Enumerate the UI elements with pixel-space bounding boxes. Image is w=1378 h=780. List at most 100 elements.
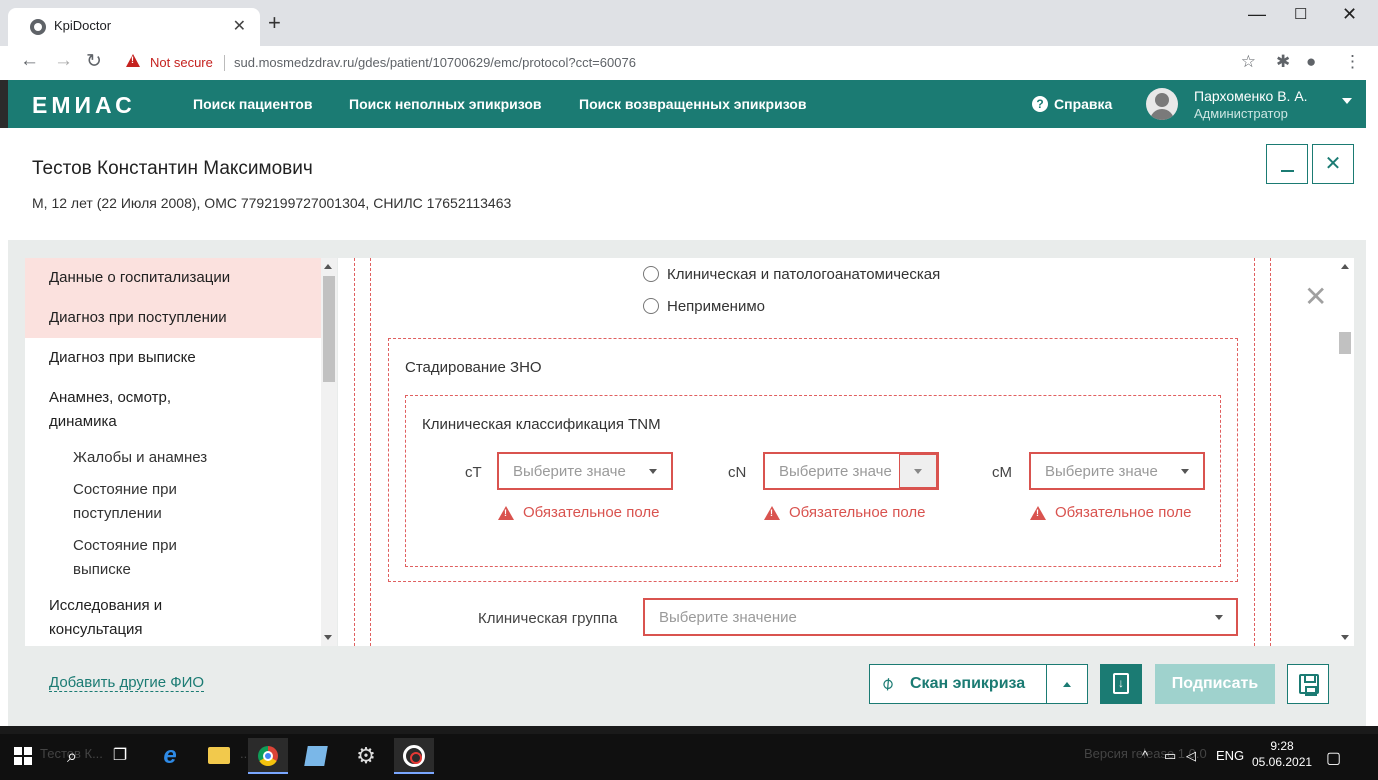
folder-icon[interactable] xyxy=(198,738,238,774)
scroll-up-icon[interactable] xyxy=(324,264,332,269)
scrollbar-thumb[interactable] xyxy=(323,276,335,382)
sidebar-item-discharge-diagnosis[interactable]: Диагноз при выписке xyxy=(25,346,321,370)
nav-patient-search[interactable]: Поиск пациентов xyxy=(193,96,312,112)
section-title: Клиническая классификация TNM xyxy=(422,416,661,433)
select-placeholder: Выберите значе xyxy=(513,463,626,480)
emias-app-icon[interactable] xyxy=(394,738,434,774)
new-tab-button[interactable]: + xyxy=(268,10,281,36)
help-link[interactable]: Справка xyxy=(1054,96,1112,112)
radio-not-applicable[interactable] xyxy=(643,298,659,314)
field-label-cn: cN xyxy=(728,464,747,481)
chrome-icon[interactable] xyxy=(248,738,288,774)
chevron-down-icon[interactable] xyxy=(1342,98,1352,104)
close-panel-icon[interactable]: ✕ xyxy=(1304,280,1327,313)
sidebar-item-hospitalization[interactable]: Данные о госпитализации xyxy=(25,258,321,298)
sidebar-item-research-line2[interactable]: консультация xyxy=(25,618,321,642)
chevron-down-icon xyxy=(1181,469,1189,474)
reload-icon[interactable]: ↻ xyxy=(86,50,102,73)
app-icon[interactable] xyxy=(296,738,336,774)
window-close-icon[interactable]: ✕ xyxy=(1342,4,1357,25)
dropdown-toggle[interactable] xyxy=(899,454,937,488)
browser-tabstrip: KpiDoctor ✕ + — ☐ ✕ xyxy=(0,0,1378,46)
tray-chevron-icon[interactable]: ^ xyxy=(1142,748,1148,763)
notifications-icon[interactable]: ▢ xyxy=(1326,748,1341,768)
user-name[interactable]: Пархоменко В. А. xyxy=(1194,88,1308,104)
minimize-icon xyxy=(1281,170,1294,172)
add-other-names-link[interactable]: Добавить другие ФИО xyxy=(49,674,205,692)
forward-icon[interactable]: → xyxy=(54,50,73,72)
sidebar-item-anamnesis[interactable]: Анамнез, осмотр, xyxy=(25,386,321,410)
minimize-button[interactable] xyxy=(1266,144,1308,184)
language-indicator[interactable]: ENG xyxy=(1216,748,1244,763)
radio-clinical-pathologic[interactable] xyxy=(643,266,659,282)
search-icon[interactable]: ⌕ xyxy=(52,738,92,774)
scan-options-button[interactable] xyxy=(1046,664,1088,704)
sidebar-subitem-complaints[interactable]: Жалобы и анамнез xyxy=(73,446,207,470)
sidebar-subitem-admission-state[interactable]: Состояние при xyxy=(73,478,177,502)
error-icon xyxy=(1030,506,1046,520)
avatar[interactable] xyxy=(1146,88,1178,120)
main-scrollbar[interactable] xyxy=(1336,258,1354,646)
help-icon[interactable]: ? xyxy=(1032,96,1048,112)
scan-epicrisis-button[interactable]: ⌀ Скан эпикриза xyxy=(869,664,1047,704)
radio-label[interactable]: Клиническая и патологоанатомическая xyxy=(667,266,940,283)
close-button[interactable]: ✕ xyxy=(1312,144,1354,184)
not-secure-label[interactable]: Not secure xyxy=(150,55,213,70)
menu-icon[interactable]: ⋮ xyxy=(1344,52,1361,72)
tab-title: KpiDoctor xyxy=(54,18,112,33)
task-view-icon[interactable]: ❐ xyxy=(100,738,140,774)
cn-select[interactable]: Выберите значе xyxy=(763,452,939,490)
globe-icon xyxy=(30,19,46,35)
select-placeholder: Выберите значе xyxy=(779,463,892,480)
scroll-up-icon[interactable] xyxy=(1341,264,1349,269)
sidebar: Данные о госпитализации Диагноз при пост… xyxy=(25,258,321,646)
sidebar-subitem-discharge-state-line2[interactable]: выписке xyxy=(73,558,131,582)
browser-tab[interactable]: KpiDoctor ✕ xyxy=(8,8,260,46)
system-clock[interactable]: 9:28 05.06.2021 xyxy=(1252,738,1312,770)
address-bar[interactable]: Not secure sud.mosmedzdrav.ru/gdes/patie… xyxy=(112,49,1264,77)
field-label-ct: cT xyxy=(465,464,482,481)
select-placeholder: Выберите значение xyxy=(659,609,797,626)
radio-label[interactable]: Неприменимо xyxy=(667,298,765,315)
settings-gear-icon[interactable]: ⚙ xyxy=(346,738,386,774)
save-button[interactable] xyxy=(1287,664,1329,704)
profile-icon[interactable]: ● xyxy=(1306,52,1316,72)
scan-button-label: Скан эпикриза xyxy=(910,675,1026,692)
download-arrow-icon: ↓ xyxy=(1118,676,1124,690)
outer-border xyxy=(354,258,355,646)
error-message: Обязательное поле xyxy=(1055,504,1192,521)
close-tab-icon[interactable]: ✕ xyxy=(233,16,246,36)
window-maximize-icon[interactable]: ☐ xyxy=(1294,5,1307,23)
internet-explorer-icon[interactable]: e xyxy=(150,738,190,774)
sign-button[interactable]: Подписать xyxy=(1155,664,1275,704)
sidebar-scrollbar[interactable] xyxy=(321,258,337,646)
scrollbar-thumb[interactable] xyxy=(1339,332,1351,354)
nav-incomplete-epicrisis[interactable]: Поиск неполных эпикризов xyxy=(349,96,542,112)
back-icon[interactable]: ← xyxy=(20,50,39,72)
star-icon[interactable]: ☆ xyxy=(1241,52,1256,72)
sidebar-subitem-discharge-state[interactable]: Состояние при xyxy=(73,534,177,558)
extensions-icon[interactable]: ✱ xyxy=(1276,52,1290,72)
clock-time: 9:28 xyxy=(1270,739,1294,753)
network-icon[interactable]: ▭ xyxy=(1164,748,1176,764)
scroll-down-icon[interactable] xyxy=(1341,635,1349,640)
app-header: ЕМИАС Поиск пациентов Поиск неполных эпи… xyxy=(8,80,1366,128)
nav-returned-epicrisis[interactable]: Поиск возвращенных эпикризов xyxy=(579,96,806,112)
sidebar-subitem-admission-state-line2[interactable]: поступлении xyxy=(73,502,162,526)
volume-icon[interactable]: ◁ xyxy=(1186,748,1196,764)
tnm-section: Клиническая классификация TNM cT Выберит… xyxy=(405,395,1221,567)
sidebar-item-admission-diagnosis[interactable]: Диагноз при поступлении xyxy=(25,298,321,338)
cm-select[interactable]: Выберите значе xyxy=(1029,452,1205,490)
windows-taskbar: Тестов К... ... В... Версия release 1.0.… xyxy=(0,734,1378,780)
sidebar-item-research[interactable]: Исследования и xyxy=(25,594,321,618)
url-text[interactable]: sud.mosmedzdrav.ru/gdes/patient/10700629… xyxy=(234,55,636,70)
clinical-group-select[interactable]: Выберите значение xyxy=(643,598,1238,636)
sidebar-item-anamnesis-line2[interactable]: динамика xyxy=(25,410,321,434)
ct-select[interactable]: Выберите значе xyxy=(497,452,673,490)
download-document-button[interactable]: ↓ xyxy=(1100,664,1142,704)
scroll-down-icon[interactable] xyxy=(324,635,332,640)
window-minimize-icon[interactable]: — xyxy=(1248,4,1266,25)
windows-start-icon[interactable] xyxy=(14,747,32,765)
emias-logo[interactable]: ЕМИАС xyxy=(32,92,136,119)
error-icon xyxy=(498,506,514,520)
